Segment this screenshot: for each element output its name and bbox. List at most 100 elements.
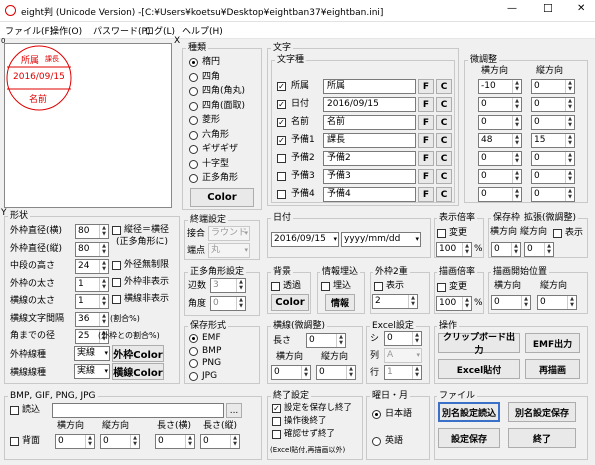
outer-color-button[interactable]: 外枠Color xyxy=(112,345,164,362)
save-alt-settings-button[interactable]: 別名設定保存 xyxy=(508,402,576,422)
menu-file[interactable]: ファイル(F) xyxy=(5,24,53,37)
text-row-checkbox-0[interactable]: ✓ xyxy=(277,82,286,91)
save-radio-0[interactable] xyxy=(189,334,198,343)
draw-start-h-input[interactable]: 0 ▲ ▼ xyxy=(491,295,531,310)
shape-color-button[interactable]: Color xyxy=(190,188,254,207)
shape-radio-5[interactable] xyxy=(189,130,198,140)
emf-output-button[interactable]: EMF出力 xyxy=(525,333,580,353)
text-row-input-1[interactable]: 2016/09/15 xyxy=(323,97,416,112)
fine-h-input-0[interactable]: -10 ▲ ▼ xyxy=(478,79,522,94)
form-row-input-0[interactable]: 80 ▲ ▼ xyxy=(75,224,109,239)
image-lv-input[interactable]: 0 ▲ ▼ xyxy=(200,434,240,449)
bg-color-button[interactable]: Color xyxy=(271,294,309,311)
image-lh-input[interactable]: 0 ▲ ▼ xyxy=(155,434,195,449)
shape-radio-3[interactable] xyxy=(189,101,198,111)
menu-password[interactable]: パスワード(P) xyxy=(93,24,150,37)
date-picker[interactable]: 2016/09/15 ▾ xyxy=(271,232,339,247)
excel-paste-button[interactable]: Excel貼付 xyxy=(438,359,520,379)
shape-radio-2[interactable] xyxy=(189,87,198,96)
text-row-color-button-4[interactable]: C xyxy=(436,151,452,166)
text-row-color-button-3[interactable]: C xyxy=(436,133,452,148)
line-h-input[interactable]: 0 ▲ ▼ xyxy=(271,365,311,380)
exit-checkbox-2[interactable] xyxy=(272,430,281,439)
fine-v-input-2[interactable]: 0 ▲ ▼ xyxy=(531,115,575,130)
image-path-input[interactable] xyxy=(52,403,224,418)
fine-v-input-0[interactable]: 0 ▲ ▼ xyxy=(531,79,575,94)
text-row-font-button-0[interactable]: F xyxy=(418,79,434,94)
fine-h-input-1[interactable]: 0 ▲ ▼ xyxy=(478,97,522,112)
draw-scale-checkbox[interactable] xyxy=(437,283,446,292)
text-row-input-5[interactable]: 予備3 xyxy=(323,169,416,184)
equal-diameter-checkbox[interactable] xyxy=(112,226,121,235)
form-row-input-2[interactable]: 24 ▲ ▼ xyxy=(75,259,109,274)
col-select[interactable]: A ▾ xyxy=(384,348,422,363)
menu-help[interactable]: ヘルプ(H) xyxy=(182,24,223,37)
fine-h-input-3[interactable]: 48 ▲ ▼ xyxy=(478,133,522,148)
text-row-checkbox-5[interactable] xyxy=(277,172,286,181)
menu-log[interactable]: ログ(L) xyxy=(145,24,175,37)
text-row-checkbox-4[interactable] xyxy=(277,154,286,163)
image-back-checkbox[interactable] xyxy=(10,437,19,446)
unlimited-checkbox[interactable] xyxy=(112,261,121,270)
save-radio-2[interactable] xyxy=(189,359,198,368)
save-frame-v-input[interactable]: 0 ▲ ▼ xyxy=(524,242,554,257)
text-row-input-0[interactable]: 所属 xyxy=(323,79,416,94)
english-radio[interactable] xyxy=(372,437,381,446)
join-select[interactable]: ラウンド ▾ xyxy=(208,226,250,241)
text-row-font-button-3[interactable]: F xyxy=(418,133,434,148)
text-row-font-button-4[interactable]: F xyxy=(418,151,434,166)
image-read-checkbox[interactable] xyxy=(10,406,19,415)
image-h-input[interactable]: 0 ▲ ▼ xyxy=(55,434,95,449)
form-row-input-3[interactable]: 1 ▲ ▼ xyxy=(75,276,109,292)
row-input[interactable]: 1 ▲ ▼ xyxy=(384,365,422,380)
text-row-input-2[interactable]: 名前 xyxy=(323,115,416,130)
transparent-checkbox[interactable] xyxy=(271,282,280,291)
close-button[interactable]: ✕ xyxy=(577,3,585,14)
japanese-radio[interactable] xyxy=(372,410,381,419)
redraw-button[interactable]: 再描画 xyxy=(525,359,580,379)
shape-radio-7[interactable] xyxy=(189,159,198,169)
fine-v-input-6[interactable]: 0 ▲ ▼ xyxy=(531,187,575,202)
text-row-color-button-5[interactable]: C xyxy=(436,169,452,184)
shape-radio-1[interactable] xyxy=(189,72,198,82)
save-settings-button[interactable]: 設定保存 xyxy=(438,428,500,448)
angle-input[interactable]: 0 ▲ ▼ xyxy=(210,296,246,311)
fine-h-input-6[interactable]: 0 ▲ ▼ xyxy=(478,187,522,202)
sheet-input[interactable]: 0 ▲ ▼ xyxy=(384,331,422,346)
shape-radio-6[interactable] xyxy=(189,145,198,154)
save-radio-3[interactable] xyxy=(189,371,198,381)
sides-input[interactable]: 3 ▲ ▼ xyxy=(210,278,246,293)
image-v-input[interactable]: 0 ▲ ▼ xyxy=(100,434,140,449)
load-alt-settings-button[interactable]: 別名設定読込 xyxy=(438,402,500,422)
embed-checkbox[interactable] xyxy=(321,282,330,291)
text-row-color-button-0[interactable]: C xyxy=(436,79,452,94)
draw-scale-input[interactable]: 100 ▲ ▼ xyxy=(436,296,472,311)
save-frame-h-input[interactable]: 0 ▲ ▼ xyxy=(491,242,521,257)
text-row-color-button-1[interactable]: C xyxy=(436,97,452,112)
fine-v-input-3[interactable]: 15 ▲ ▼ xyxy=(531,133,575,148)
draw-start-v-input[interactable]: 0 ▲ ▼ xyxy=(537,295,577,310)
text-row-checkbox-2[interactable]: ✓ xyxy=(277,118,286,127)
text-row-checkbox-1[interactable]: ✓ xyxy=(277,100,286,109)
maximize-button[interactable]: ☐ xyxy=(543,2,553,15)
clipboard-output-button[interactable]: クリップボード出力 xyxy=(438,333,520,356)
text-row-color-button-2[interactable]: C xyxy=(436,115,452,130)
fine-h-input-2[interactable]: 0 ▲ ▼ xyxy=(478,115,522,130)
form-row-input-4[interactable]: 1 ▲ ▼ xyxy=(75,294,109,309)
text-row-font-button-2[interactable]: F xyxy=(418,115,434,130)
exit-checkbox-1[interactable] xyxy=(272,417,281,426)
text-row-font-button-1[interactable]: F xyxy=(418,97,434,112)
fine-v-input-5[interactable]: 0 ▲ ▼ xyxy=(531,169,575,184)
shape-radio-0[interactable] xyxy=(189,58,198,67)
hide-line-checkbox[interactable] xyxy=(112,295,121,304)
form-row-input-5[interactable]: 36 ▲ ▼ xyxy=(75,311,109,327)
minimize-button[interactable]: — xyxy=(507,3,517,14)
fine-v-input-1[interactable]: 0 ▲ ▼ xyxy=(531,97,575,112)
save-frame-show-checkbox[interactable] xyxy=(553,229,562,238)
outer-line-select[interactable]: 実線 ▾ xyxy=(74,346,110,361)
text-row-checkbox-3[interactable]: ✓ xyxy=(277,136,286,145)
form-row-input-1[interactable]: 80 ▲ ▼ xyxy=(75,241,109,257)
browse-button[interactable]: ... xyxy=(226,403,242,418)
quit-button[interactable]: 終了 xyxy=(508,428,576,448)
line-v-input[interactable]: 0 ▲ ▼ xyxy=(316,365,356,380)
